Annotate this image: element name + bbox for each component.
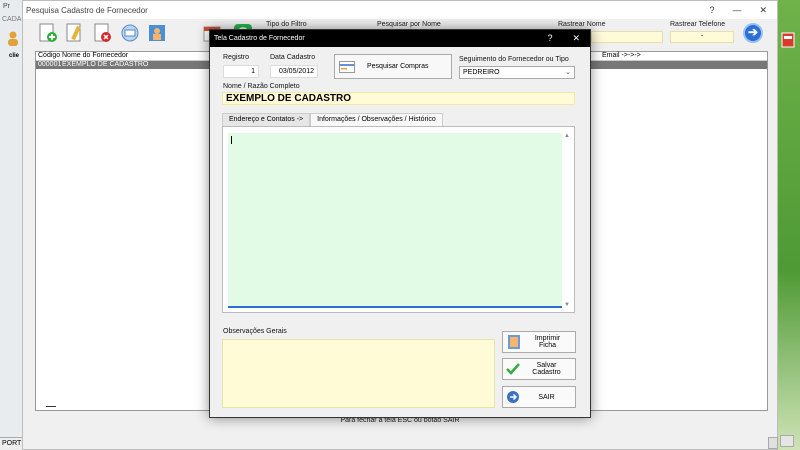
nome-field[interactable]: EXEMPLO DE CADASTRO [222, 92, 575, 105]
search-name-label: Pesquisar por Nome [377, 21, 441, 28]
tab-informacoes[interactable]: Informações / Observações / Histórico [310, 113, 443, 126]
purchases-card-icon [339, 60, 355, 73]
background-exit-icon[interactable] [781, 32, 795, 48]
tab-endereco-contatos[interactable]: Endereço e Contatos -> [222, 113, 311, 126]
observacoes-textarea[interactable] [222, 339, 495, 408]
background-app-left-strip: Pr CADA clie [0, 0, 24, 450]
print-icon[interactable] [119, 22, 141, 44]
track-name-label: Rastrear Nome [558, 21, 606, 28]
historico-frame: ▲ ▼ [222, 126, 575, 313]
supplier-register-dialog: Tela Cadastro de Fornecedor ? ✕ Registro… [209, 29, 591, 418]
dialog-close-button[interactable]: ✕ [572, 33, 580, 44]
add-supplier-icon[interactable] [37, 22, 59, 44]
background-desktop-strip [778, 0, 800, 450]
row-code: 000001 [38, 61, 62, 68]
segmento-select[interactable]: PEDREIRO ⌄ [459, 66, 575, 79]
dialog-help-button[interactable]: ? [547, 33, 552, 44]
data-cadastro-label: Data Cadastro [270, 54, 316, 61]
data-cadastro-field[interactable]: 03/05/2012 [270, 65, 318, 78]
track-phone-input[interactable]: - [670, 31, 734, 43]
observacoes-label: Observações Gerais [223, 328, 287, 335]
dialog-titlebar[interactable]: Tela Cadastro de Fornecedor ? ✕ [210, 30, 590, 47]
historico-scrollbar[interactable]: ▲ ▼ [564, 133, 572, 308]
imprimir-ficha-button[interactable]: Imprimir Ficha [502, 331, 576, 353]
sair-label: SAIR [538, 393, 555, 401]
pesquisar-compras-label: Pesquisar Compras [367, 63, 429, 70]
exit-arrow-icon [507, 391, 519, 403]
salvar-cadastro-button[interactable]: Salvar Cadastro [502, 358, 576, 380]
track-phone-label: Rastrear Telefone [670, 21, 726, 28]
background-app-title: Pr [3, 3, 10, 10]
dialog-tabs: Endereço e Contatos -> Informações / Obs… [222, 113, 443, 126]
close-hint: Para fechar a tela ESC ou botão SAIR [340, 417, 460, 424]
main-minimize-button[interactable]: — [732, 5, 741, 16]
main-window-title: Pesquisa Cadastro de Fornecedor [26, 5, 148, 15]
sair-button[interactable]: SAIR [502, 386, 576, 408]
delete-supplier-icon[interactable] [92, 22, 114, 44]
grid-header-email[interactable]: Email ->->-> [600, 52, 641, 60]
edit-supplier-icon[interactable] [64, 22, 86, 44]
go-arrow-icon[interactable]: ➔ [743, 23, 763, 43]
nome-label: Nome / Razão Completo [223, 83, 300, 90]
scroll-down-icon[interactable]: ▼ [564, 302, 570, 308]
dialog-title: Tela Cadastro de Fornecedor [214, 35, 305, 42]
background-app-left-button-label: clie [9, 53, 20, 59]
main-window-titlebar[interactable]: Pesquisa Cadastro de Fornecedor ? — ✕ [23, 1, 777, 19]
chevron-down-icon: ⌄ [565, 69, 571, 76]
segmento-label: Seguimento do Fornecedor ou Tipo [459, 56, 569, 63]
registro-label: Registro [223, 54, 250, 61]
main-close-button[interactable]: ✕ [759, 5, 767, 16]
main-scroll-corner[interactable] [768, 437, 778, 449]
text-caret [231, 136, 232, 144]
filter-type-label: Tipo do Filtro [266, 21, 307, 28]
background-scroll-corner[interactable] [780, 435, 794, 447]
background-app-user-icon[interactable] [6, 30, 20, 50]
scroll-up-icon[interactable]: ▲ [564, 133, 570, 139]
segmento-value: PEDREIRO [463, 69, 500, 76]
checkmark-icon [506, 363, 520, 375]
registro-field: 1 [223, 65, 259, 78]
main-help-button[interactable]: ? [709, 5, 714, 16]
grid-header-code[interactable]: Código [36, 52, 60, 60]
background-app-menu[interactable]: CADA [2, 16, 21, 23]
print-sheet-icon [508, 335, 520, 349]
background-status-bar: PORT [0, 437, 24, 450]
row-name: EXEMPLO DE CADASTRO [62, 61, 149, 68]
salvar-cadastro-label: Salvar Cadastro [532, 362, 561, 376]
grid-footer-marker [46, 406, 56, 407]
imprimir-ficha-label: Imprimir Ficha [534, 335, 561, 349]
supplier-user-icon[interactable] [146, 22, 168, 44]
historico-textarea[interactable] [228, 133, 562, 308]
track-name-input[interactable] [591, 31, 663, 43]
pesquisar-compras-button[interactable]: Pesquisar Compras [334, 54, 452, 79]
